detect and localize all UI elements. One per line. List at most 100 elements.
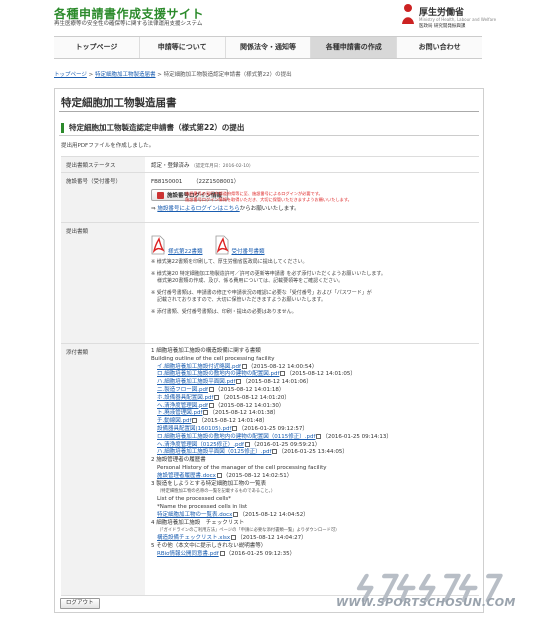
pdf-form22[interactable]: 様式第22書類: [151, 235, 203, 255]
external-link-icon: [231, 535, 237, 541]
attachment-group-english: List of the processed cells*: [157, 496, 232, 503]
mhlw-logo[interactable]: 厚生労働省 Ministry of Health, Labour and Wel…: [400, 3, 496, 29]
pdf-receipt[interactable]: 受付番号書類: [215, 235, 265, 255]
submission-note-4: ※ 添付書類、受付番号書類は、印刷・提出の必要はありません。: [151, 308, 297, 315]
facility-login-warning: 施設番号の発行や都道府県等に至、施設番号によるログインが必要です。 施設番号ログ…: [185, 191, 385, 203]
breadcrumb-top[interactable]: トップページ: [54, 72, 87, 78]
attachment-file-link[interactable]: ロ.細胞培養加工施設の敷地内の建物の配置図（0115修正）.pdf: [157, 434, 315, 440]
submission-cell: 様式第22書類 受付番号書類 ※ 様式第22書類を印刷して、厚生労働省医政局に提…: [145, 223, 479, 320]
submission-table: 提出書類ステータス 認定・登録済み （認定年月日：2016-02-10） 施設番…: [61, 156, 479, 596]
attachment-upload-date: （2016-01-25 09:14:13）: [322, 433, 392, 440]
attachment-upload-date: （2015-08-12 14:01:48）: [198, 418, 268, 425]
attachment-file-link[interactable]: へ.清浄度管理図（0125修正）.pdf: [157, 442, 244, 448]
external-link-icon: [219, 550, 225, 556]
attachment-group-title: 2 施設管理者の履歴書: [151, 457, 206, 464]
warning-line-2: 施設番号ログイン情報を取得いただき、大切に保管いただきますようお願いいたします。: [185, 197, 352, 202]
attachment-list-checklist: 構造設備チェックリスト.xlsx （2015-08-12 14:04:27）: [151, 535, 473, 543]
attachment-group-title: 1 細胞培養加工施設の構造設備に関する書類: [151, 348, 261, 354]
status-date: （認定年月日：2016-02-10）: [191, 164, 254, 169]
attachment-upload-date: （2015-08-12 14:04:27）: [237, 535, 307, 542]
external-link-icon: [214, 394, 220, 400]
attachment-list-structure: イ.細胞培養加工施設付近略図.pdf （2015-08-12 14:00:54）ロ…: [151, 363, 473, 458]
watermark-logo: [356, 573, 503, 603]
submission-note-3: ※ 受付番号書類は、申請書の修正や申請状況の確認に必要な「受付番号」および「パス…: [151, 290, 473, 305]
attachment-file-link[interactable]: 二.製造フロー図.pdf: [157, 387, 208, 393]
nav-about-application[interactable]: 申請等について: [140, 37, 226, 58]
breadcrumb: トップページ > 特定細胞加工物製造届書 > 特定細胞加工物製造認定申請書（様式…: [54, 70, 292, 78]
attachment-file-link[interactable]: 施設管理者履歴書.docx: [157, 473, 216, 479]
attachment-item: 特定細胞加工物の一覧表.docx （2015-08-12 14:04:52）: [151, 511, 473, 520]
external-link-icon: [241, 363, 247, 369]
page-title: 特定細胞加工物製造届書: [61, 97, 177, 109]
section-divider: [59, 135, 479, 136]
nav-laws-notices[interactable]: 関係法令・通知等: [226, 37, 312, 58]
status-value-cell: 認定・登録済み （認定年月日：2016-02-10）: [145, 157, 479, 173]
attachment-item: チ.動線図.pdf （2015-08-12 14:01:48）: [151, 418, 473, 426]
attachment-item: ハ.細胞培養加工施設平面図（0125修正）.pdf （2016-01-25 13:…: [151, 449, 473, 457]
external-link-icon: [232, 425, 238, 431]
attachment-upload-date: （2016-01-25 09:59:21）: [250, 441, 321, 448]
attachment-file-link[interactable]: イ.細胞培養加工施設付近略図.pdf: [157, 364, 241, 370]
external-link-icon: [208, 402, 214, 408]
logout-button[interactable]: ログアウト: [60, 598, 100, 609]
breadcrumb-current: 特定細胞加工物製造認定申請書（様式第22）の提出: [163, 72, 292, 78]
breadcrumb-separator: >: [86, 72, 95, 78]
attachment-group-english: *Name the processed cells in list: [157, 503, 248, 510]
logo-bureau: 医政局 研究開発振興課: [419, 24, 466, 29]
submission-note-2: ※ 様式第20 特定細胞加工物製造許可／許可の更新等申請書 を必ず添付いただくよ…: [151, 271, 473, 286]
attachment-file-link[interactable]: 設備器具配置図(160105).pdf: [157, 426, 231, 432]
attachment-file-link[interactable]: ハ.細胞培養加工施設平面図（0125修正）.pdf: [157, 449, 271, 455]
key-icon: [157, 191, 164, 199]
attachment-file-link[interactable]: ロ.細胞培養加工施設の敷地内の建物の配置図.pdf: [157, 371, 279, 377]
attachment-file-link[interactable]: 構造設備チェックリスト.xlsx: [157, 535, 230, 541]
status-value: 認定・登録済み: [151, 163, 190, 169]
attachment-list-other: RBio情報公開同意書.pdf （2016-01-25 09:12:35）: [151, 550, 473, 559]
nav-top-page[interactable]: トップページ: [54, 37, 140, 58]
pdf-form22-link[interactable]: 様式第22書類: [168, 247, 203, 255]
attachment-upload-date: （2015-08-12 14:04:52）: [239, 511, 309, 518]
attachment-file-link[interactable]: RBio情報公開同意書.pdf: [157, 551, 219, 557]
facility-login-link[interactable]: 施設番号によるログインはこちら: [157, 206, 239, 212]
external-link-icon: [316, 433, 322, 439]
external-link-icon: [272, 449, 278, 455]
receipt-number: （22Z1508001）: [192, 179, 240, 185]
attachment-upload-date: （2016-01-25 13:44:05）: [278, 449, 348, 456]
attachment-item: 二.製造フロー図.pdf （2015-08-12 14:01:18）: [151, 386, 473, 395]
attachment-file-link[interactable]: 特定細胞加工物の一覧表.docx: [157, 512, 232, 518]
external-link-icon: [236, 379, 242, 385]
table-row-submission: 提出書類 様式第22書類 受付番号書類 ※ 様式第22書類を印刷して、厚生労働省…: [61, 223, 479, 344]
pdf-downloads: 様式第22書類 受付番号書類: [151, 229, 473, 255]
external-link-icon: [208, 386, 214, 392]
attachment-file-link[interactable]: ト.廃液管理図.pdf: [157, 410, 202, 416]
intro-text: 提出用PDFファイルを作成しました。: [61, 143, 155, 149]
external-link-icon: [244, 441, 250, 447]
section-title: 特定細胞加工物製造認定申請書（様式第22）の提出: [61, 123, 244, 133]
site-header: 各種申請書作成支援サイト 再生医療等の安全性の確保等に関する法律運用支援システム…: [0, 0, 540, 34]
attachment-file-link[interactable]: ハ.細胞培養加工施設平面図.pdf: [157, 379, 235, 385]
attachment-upload-date: （2015-08-12 14:01:18）: [214, 386, 285, 393]
attachment-file-link[interactable]: チ.動線図.pdf: [157, 418, 191, 424]
attachment-group-title: 3 製造をしようとする特定細胞加工物の一覧表: [151, 480, 267, 487]
pdf-file-icon: [215, 235, 229, 255]
nav-contact[interactable]: お問い合わせ: [397, 37, 482, 58]
attachment-upload-date: （2015-08-12 14:01:20）: [220, 394, 290, 401]
pdf-receipt-link[interactable]: 受付番号書類: [232, 247, 265, 255]
watermark-url: WWW.SPORTSCHOSUN.COM: [336, 596, 516, 609]
breadcrumb-manufacturing-notice[interactable]: 特定細胞加工物製造届書: [95, 72, 156, 78]
submission-label: 提出書類: [61, 223, 145, 343]
attachment-upload-date: （2016-01-25 09:12:35）: [225, 550, 296, 557]
attachment-list-cells: 特定細胞加工物の一覧表.docx （2015-08-12 14:04:52）: [151, 511, 473, 520]
note-2-line-b: 様式第20書類の作成、及び、係る費用については、記載要領等をご確認ください。: [157, 278, 344, 284]
facility-number: FB8150001: [151, 179, 183, 185]
attachment-group-note: （特定細胞加工物の名称の一覧を記載するものであること。）: [157, 489, 276, 495]
external-link-icon: [233, 511, 239, 517]
attachment-item: ホ.設備器具配置図.pdf （2015-08-12 14:01:20）: [151, 394, 473, 403]
title-divider: [59, 111, 479, 112]
attachment-item: 設備器具配置図(160105).pdf （2016-01-25 09:12:57）: [151, 425, 473, 434]
facility-cell: FB8150001 （22Z1508001） 施設番号ログイン情報 施設番号の発…: [145, 173, 479, 216]
external-link-icon: [203, 410, 209, 416]
attachment-file-link[interactable]: ホ.設備器具配置図.pdf: [157, 395, 213, 401]
nav-create-application[interactable]: 各種申請書の作成: [311, 37, 398, 58]
attachment-group-english: Personal History of the manager of the c…: [157, 464, 327, 471]
attachment-file-link[interactable]: へ.清浄度管理図.pdf: [157, 403, 208, 409]
